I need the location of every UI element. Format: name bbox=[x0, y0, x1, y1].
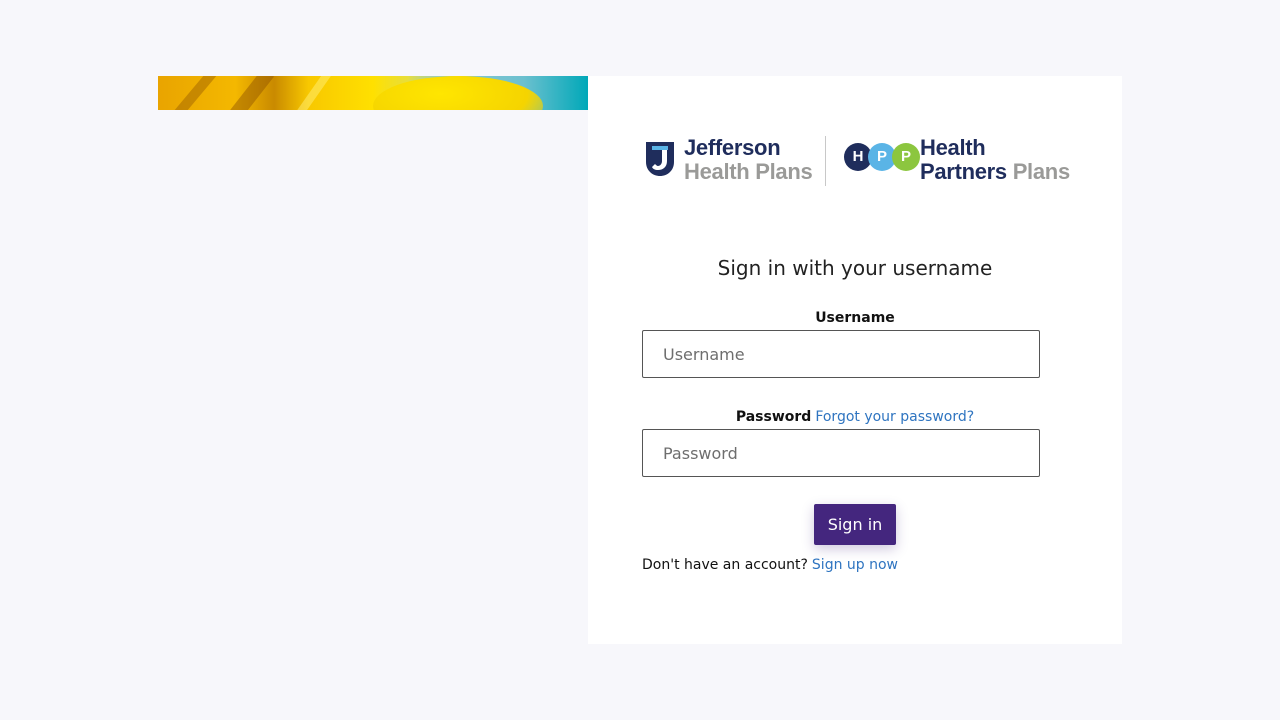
hpp-line1: Health bbox=[920, 135, 986, 160]
password-label: Password Forgot your password? bbox=[588, 409, 1122, 425]
banner-streak bbox=[291, 76, 333, 110]
username-input[interactable] bbox=[642, 330, 1040, 378]
banner-streak bbox=[169, 76, 217, 110]
logo-divider bbox=[825, 136, 826, 186]
username-label: Username bbox=[588, 310, 1122, 326]
hpp-logo-icon: H P P bbox=[844, 143, 920, 173]
banner-streak bbox=[226, 76, 274, 110]
signin-heading: Sign in with your username bbox=[717, 256, 993, 280]
jefferson-line1: Jefferson bbox=[684, 135, 781, 160]
jefferson-line2: Health Plans bbox=[684, 159, 813, 184]
no-account-text: Don't have an account? bbox=[642, 557, 808, 573]
hpp-circle-p2: P bbox=[892, 143, 920, 171]
username-label-text: Username bbox=[815, 310, 895, 326]
signup-row: Don't have an account? Sign up now bbox=[642, 557, 898, 573]
hero-banner-image bbox=[158, 76, 588, 110]
hpp-line2-partners: Partners bbox=[920, 159, 1007, 184]
banner-petal bbox=[373, 76, 543, 110]
hpp-line2: Partners Plans bbox=[920, 160, 1070, 184]
forgot-password-link[interactable]: Forgot your password? bbox=[815, 409, 974, 425]
jefferson-wordmark: Jefferson Health Plans bbox=[684, 135, 813, 184]
signin-panel: Jefferson Health Plans H P P Health Part… bbox=[588, 76, 1122, 644]
password-label-text: Password bbox=[735, 409, 812, 425]
jefferson-shield-icon bbox=[646, 142, 674, 176]
sign-up-link[interactable]: Sign up now bbox=[812, 557, 898, 573]
brand-logos: Jefferson Health Plans H P P Health Part… bbox=[644, 136, 1074, 188]
password-input[interactable] bbox=[642, 429, 1040, 477]
hpp-line2-plans: Plans bbox=[1012, 159, 1071, 184]
sign-in-button[interactable]: Sign in bbox=[814, 504, 896, 545]
hpp-wordmark: Health Partners Plans bbox=[920, 136, 1070, 184]
